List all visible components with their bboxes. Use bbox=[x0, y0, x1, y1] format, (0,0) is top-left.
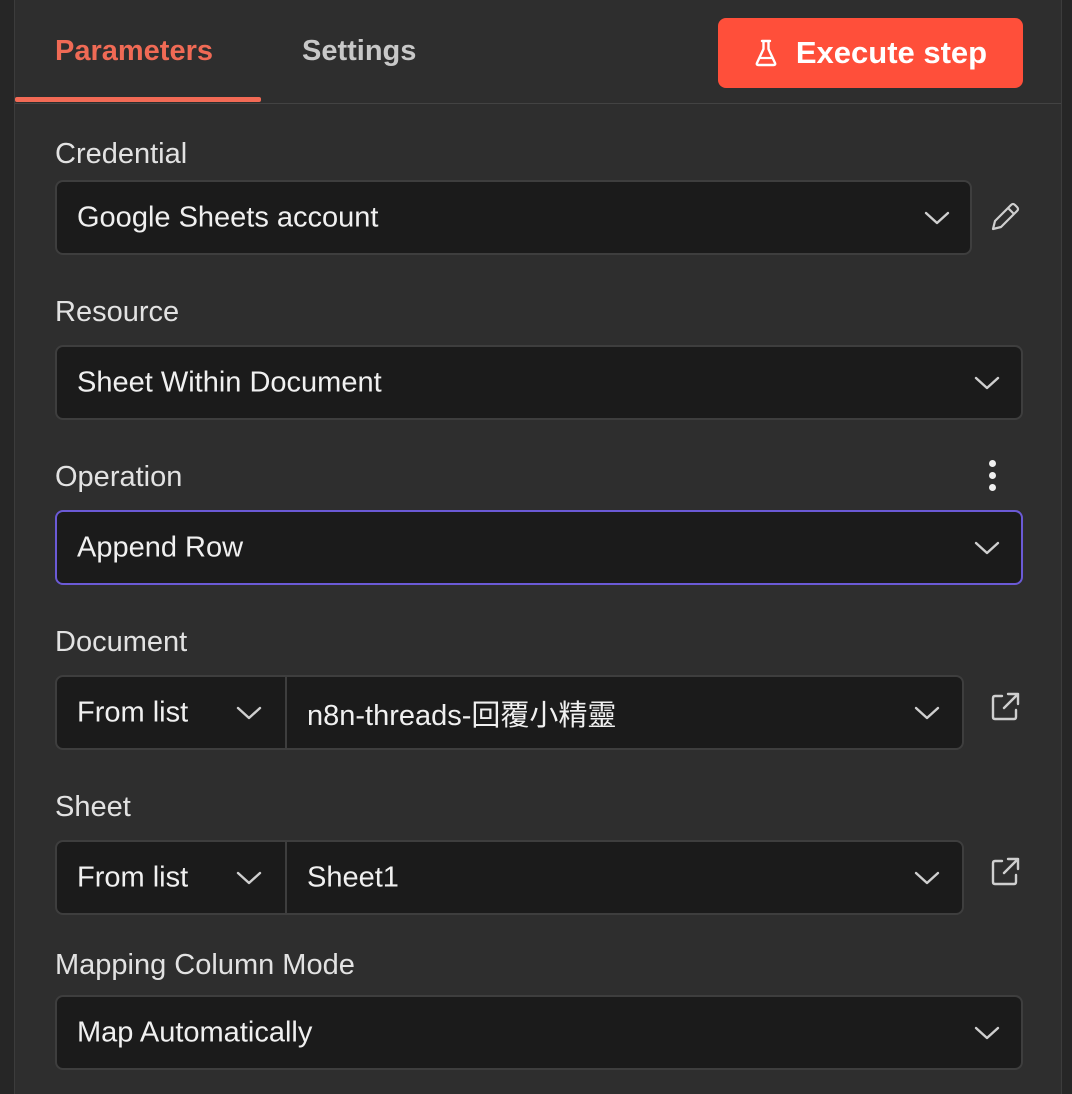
node-parameters-panel: Parameters Settings Execute step Credent… bbox=[14, 0, 1062, 1094]
credential-value: Google Sheets account bbox=[77, 201, 379, 233]
mapping-column-mode-label: Mapping Column Mode bbox=[55, 949, 355, 981]
tab-parameters[interactable]: Parameters bbox=[55, 35, 213, 68]
mapping-column-mode-value: Map Automatically bbox=[77, 1016, 313, 1048]
resource-value: Sheet Within Document bbox=[77, 366, 382, 398]
execute-step-button[interactable]: Execute step bbox=[718, 18, 1023, 88]
credential-select[interactable]: Google Sheets account bbox=[55, 180, 972, 255]
operation-label: Operation bbox=[55, 461, 183, 493]
document-select[interactable]: n8n-threads-回覆小精靈 bbox=[285, 675, 964, 750]
credential-label: Credential bbox=[55, 138, 188, 170]
execute-step-label: Execute step bbox=[795, 35, 988, 70]
resource-label: Resource bbox=[55, 296, 180, 328]
chevron-down-icon bbox=[974, 1026, 1000, 1039]
document-mode-select[interactable]: From list bbox=[55, 675, 287, 750]
chevron-down-icon bbox=[974, 376, 1000, 389]
document-mode-value: From list bbox=[77, 696, 189, 728]
document-value: n8n-threads-回覆小精靈 bbox=[307, 699, 617, 732]
resource-select[interactable]: Sheet Within Document bbox=[55, 345, 1023, 420]
chevron-down-icon bbox=[236, 706, 262, 719]
external-link-icon[interactable] bbox=[988, 855, 1022, 889]
sheet-select[interactable]: Sheet1 bbox=[285, 840, 964, 915]
external-link-icon[interactable] bbox=[988, 690, 1022, 724]
sheet-value: Sheet1 bbox=[307, 861, 399, 893]
chevron-down-icon bbox=[914, 706, 940, 719]
active-tab-indicator bbox=[15, 97, 261, 102]
sheet-label: Sheet bbox=[55, 791, 131, 823]
flask-icon bbox=[755, 39, 777, 67]
more-vertical-icon[interactable] bbox=[986, 460, 998, 494]
chevron-down-icon bbox=[924, 211, 950, 224]
sheet-mode-select[interactable]: From list bbox=[55, 840, 287, 915]
pencil-icon[interactable] bbox=[988, 200, 1022, 234]
operation-select[interactable]: Append Row bbox=[55, 510, 1023, 585]
tab-bar: Parameters Settings Execute step bbox=[15, 0, 1061, 104]
tab-settings[interactable]: Settings bbox=[302, 35, 416, 68]
operation-value: Append Row bbox=[77, 531, 244, 563]
chevron-down-icon bbox=[236, 871, 262, 884]
chevron-down-icon bbox=[914, 871, 940, 884]
sheet-mode-value: From list bbox=[77, 861, 189, 893]
chevron-down-icon bbox=[974, 541, 1000, 554]
mapping-column-mode-select[interactable]: Map Automatically bbox=[55, 995, 1023, 1070]
document-label: Document bbox=[55, 626, 188, 658]
